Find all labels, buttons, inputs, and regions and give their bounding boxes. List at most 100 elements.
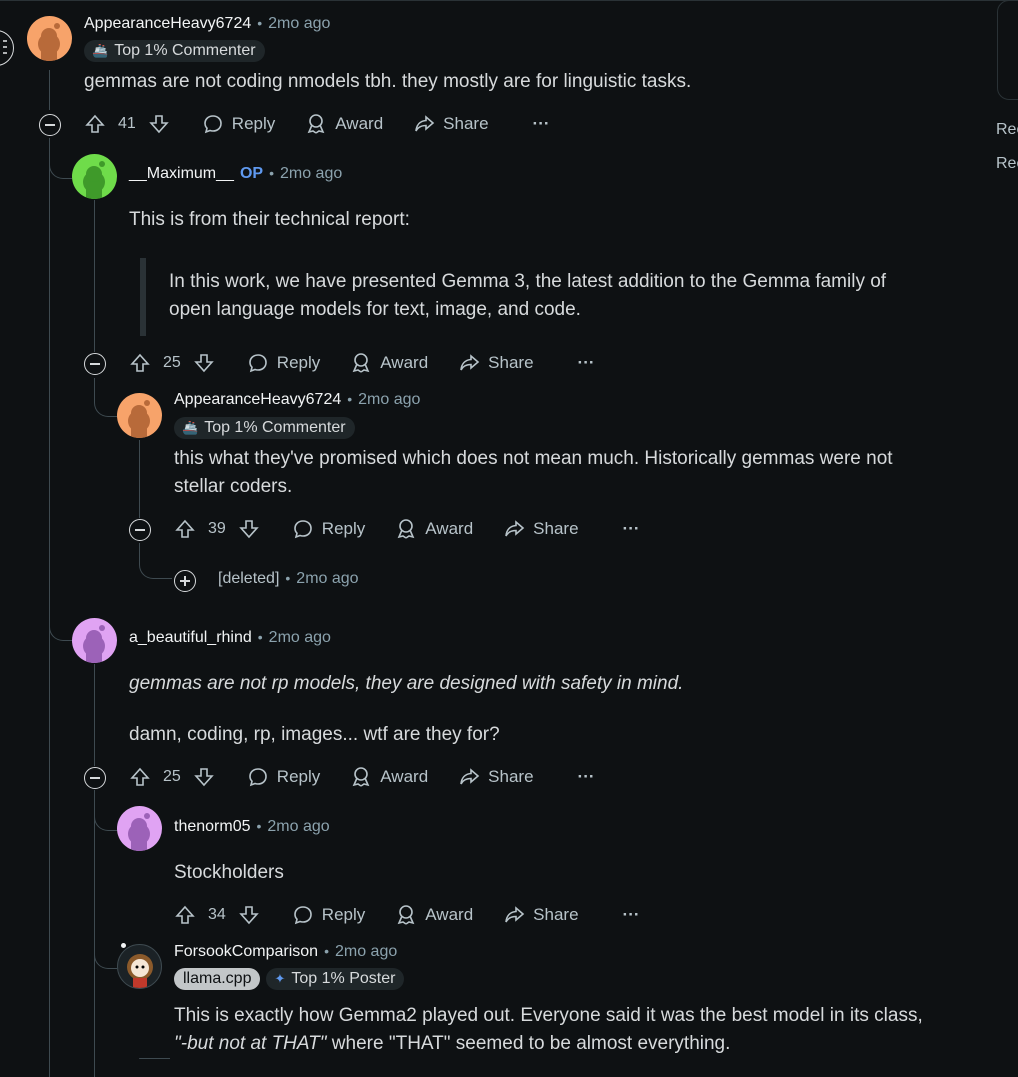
vote-count: 39: [208, 520, 226, 537]
thread-branch: [139, 1058, 170, 1059]
more-options-button[interactable]: ···: [615, 899, 648, 931]
award-button[interactable]: Award: [387, 513, 481, 545]
upvote-icon: [130, 353, 150, 372]
sidebar-link[interactable]: Rec: [996, 121, 1018, 139]
avatar[interactable]: [72, 154, 117, 199]
username[interactable]: a_beautiful_rhind: [129, 629, 252, 646]
comment-body: This is from their technical report:: [129, 209, 410, 230]
comment-actions: 34 Reply Award Share ···: [166, 897, 648, 933]
timestamp[interactable]: 2mo ago: [335, 943, 397, 960]
downvote-button[interactable]: [230, 899, 268, 931]
upvote-button[interactable]: [76, 108, 114, 140]
collapse-button[interactable]: [84, 767, 106, 789]
collapse-button[interactable]: [129, 519, 151, 541]
downvote-icon: [239, 520, 259, 539]
share-button[interactable]: Share: [495, 513, 586, 545]
timestamp[interactable]: 2mo ago: [267, 818, 329, 835]
username[interactable]: AppearanceHeavy6724: [84, 15, 251, 32]
blockquote-bar: [140, 258, 146, 336]
quoted-text: gemmas are not rp models, they are desig…: [129, 673, 684, 694]
avatar[interactable]: [117, 393, 162, 438]
comment-actions: 25 Reply Award Share ···: [121, 759, 603, 795]
username[interactable]: __Maximum__: [129, 165, 234, 182]
username[interactable]: AppearanceHeavy6724: [174, 391, 341, 408]
downvote-button[interactable]: [230, 513, 268, 545]
downvote-button[interactable]: [140, 108, 178, 140]
share-button[interactable]: Share: [450, 761, 541, 793]
timestamp[interactable]: 2mo ago: [280, 165, 342, 182]
user-flair: 🚢 Top 1% Commenter: [84, 40, 265, 62]
share-icon: [415, 115, 435, 132]
username[interactable]: ForsookComparison: [174, 943, 318, 960]
vote-count: 25: [163, 354, 181, 371]
collapse-button[interactable]: [39, 114, 61, 136]
downvote-button[interactable]: [185, 761, 223, 793]
avatar[interactable]: [117, 806, 162, 851]
downvote-icon: [194, 354, 214, 373]
award-button[interactable]: Award: [297, 108, 391, 140]
timestamp[interactable]: 2mo ago: [268, 15, 330, 32]
reply-button[interactable]: Reply: [194, 108, 283, 140]
reply-button[interactable]: Reply: [239, 347, 328, 379]
sidebar-card: [997, 0, 1018, 100]
more-options-button[interactable]: ···: [570, 347, 603, 379]
share-icon: [505, 906, 525, 923]
timestamp[interactable]: 2mo ago: [269, 629, 331, 646]
italic-quote: "-but not at THAT": [174, 1033, 327, 1054]
upvote-icon: [85, 114, 105, 133]
thread-line[interactable]: [94, 200, 95, 352]
award-badge-icon: ✦: [274, 971, 286, 986]
upvote-button[interactable]: [166, 513, 204, 545]
upvote-button[interactable]: [121, 347, 159, 379]
top-divider: [0, 0, 1018, 1]
thread-line[interactable]: [49, 70, 50, 110]
award-button[interactable]: Award: [342, 347, 436, 379]
comment-bubble-icon: [248, 768, 267, 787]
more-options-button[interactable]: ···: [525, 108, 558, 140]
timestamp[interactable]: 2mo ago: [358, 391, 420, 408]
avatar[interactable]: [72, 618, 117, 663]
blockquote-text: In this work, we have presented Gemma 3,…: [169, 271, 887, 320]
reply-button[interactable]: Reply: [239, 761, 328, 793]
award-icon: [397, 519, 415, 539]
downvote-button[interactable]: [185, 347, 223, 379]
share-icon: [460, 354, 480, 371]
thread-line[interactable]: [94, 664, 95, 766]
avatar[interactable]: [117, 944, 162, 989]
upvote-button[interactable]: [166, 899, 204, 931]
reply-button[interactable]: Reply: [284, 513, 373, 545]
upvote-button[interactable]: [121, 761, 159, 793]
comment-actions: 25 Reply Award Share ···: [121, 345, 603, 381]
award-button[interactable]: Award: [342, 761, 436, 793]
share-button[interactable]: Share: [405, 108, 496, 140]
more-options-button[interactable]: ···: [570, 761, 603, 793]
more-options-button[interactable]: ···: [615, 513, 648, 545]
downvote-icon: [194, 768, 214, 787]
share-button[interactable]: Share: [495, 899, 586, 931]
downvote-icon: [149, 115, 169, 134]
vote-count: 25: [163, 768, 181, 785]
award-icon: [352, 353, 370, 373]
menu-icon[interactable]: [0, 30, 14, 66]
sidebar-link[interactable]: Rec: [996, 155, 1018, 173]
share-button[interactable]: Share: [450, 347, 541, 379]
username[interactable]: thenorm05: [174, 818, 251, 835]
avatar[interactable]: [27, 16, 72, 61]
expand-button[interactable]: [174, 570, 196, 592]
reply-button[interactable]: Reply: [284, 899, 373, 931]
collapse-button[interactable]: [84, 353, 106, 375]
upvote-icon: [175, 519, 195, 538]
award-icon: [397, 905, 415, 925]
thread-branch: [94, 378, 117, 417]
thread-branch: [94, 930, 117, 969]
thread-line[interactable]: [139, 440, 140, 518]
separator-dot: •: [347, 391, 353, 407]
vote-count: 41: [118, 115, 136, 132]
timestamp[interactable]: 2mo ago: [296, 570, 358, 587]
op-badge: OP: [239, 165, 264, 182]
ship-icon: 🚢: [92, 43, 109, 58]
award-button[interactable]: Award: [387, 899, 481, 931]
share-icon: [460, 768, 480, 785]
user-flair: ✦ Top 1% Poster: [266, 968, 405, 990]
thread-branch: [94, 792, 117, 831]
